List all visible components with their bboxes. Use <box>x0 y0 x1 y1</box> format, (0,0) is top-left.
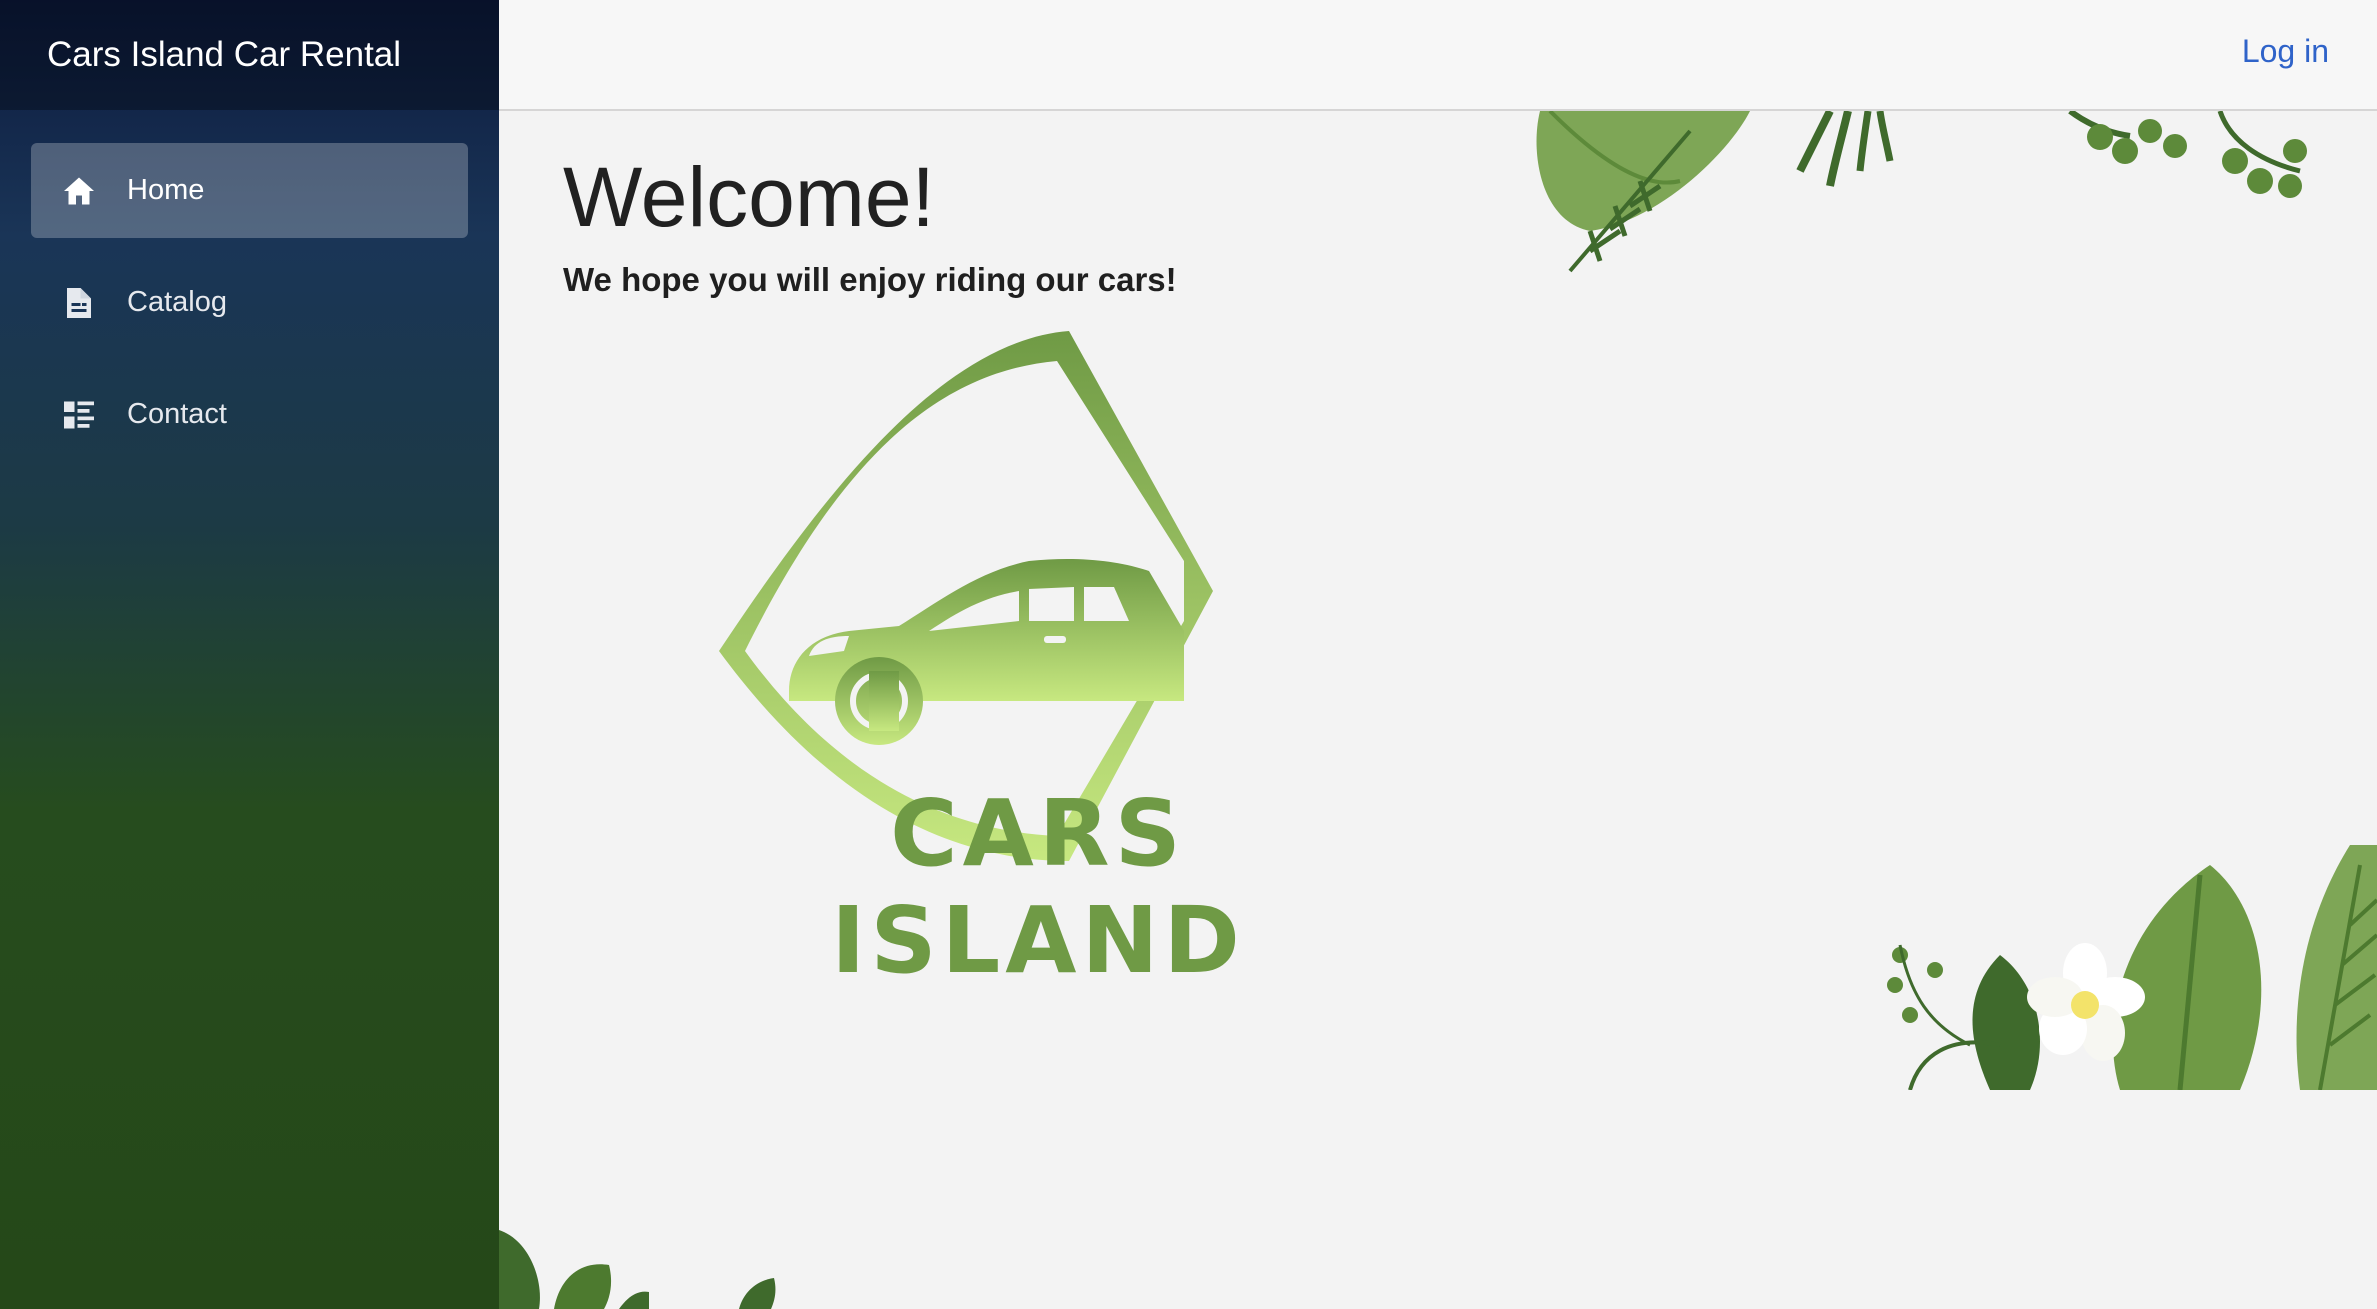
sidebar-item-label: Contact <box>127 398 227 430</box>
contact-icon <box>61 397 97 433</box>
brand-title[interactable]: Cars Island Car Rental <box>0 0 499 110</box>
page-subtitle: We hope you will enjoy riding our cars! <box>563 261 1177 298</box>
sidebar: Cars Island Car Rental Home Catalog Cont… <box>0 0 499 1309</box>
sidebar-item-label: Catalog <box>127 286 227 318</box>
logo-wordmark: CARS ISLAND <box>831 780 1245 994</box>
sidebar-item-catalog[interactable]: Catalog <box>31 255 468 350</box>
sidebar-item-label: Home <box>127 174 205 206</box>
sidebar-nav: Home Catalog Contact <box>0 110 499 462</box>
login-link[interactable]: Log in <box>2242 33 2329 70</box>
main-content: Welcome! We hope you will enjoy riding o… <box>499 111 2377 1309</box>
sidebar-item-home[interactable]: Home <box>31 143 468 238</box>
top-bar: Log in <box>499 0 2377 111</box>
page-title: Welcome! <box>563 150 935 244</box>
catalog-icon <box>61 285 97 321</box>
sidebar-item-contact[interactable]: Contact <box>31 367 468 462</box>
home-icon <box>61 173 97 209</box>
